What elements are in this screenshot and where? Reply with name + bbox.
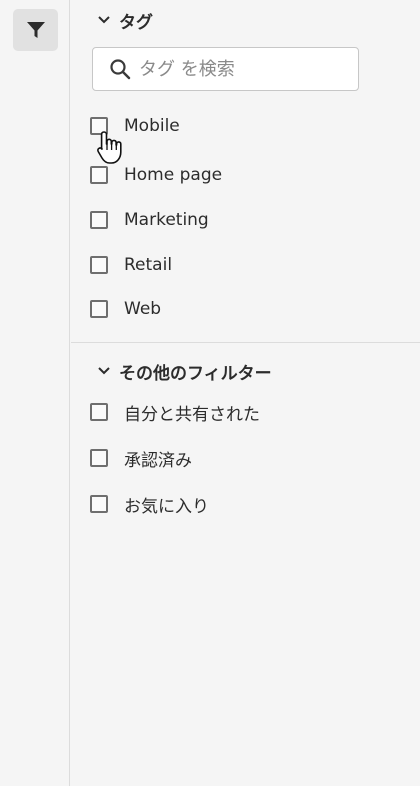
tag-search-field[interactable] bbox=[92, 47, 359, 91]
other-filters-section-header[interactable]: その他のフィルター bbox=[97, 359, 272, 384]
tag-item-label: Home page bbox=[124, 165, 223, 185]
tag-search-input[interactable] bbox=[139, 58, 339, 80]
checkbox[interactable] bbox=[90, 495, 108, 513]
filter-item-shared-with-me[interactable]: 自分と共有された bbox=[90, 399, 260, 425]
chevron-down-icon bbox=[97, 364, 111, 378]
filter-funnel-icon bbox=[26, 22, 45, 38]
filter-panel: タグ Mobile Home page Marketing Retail Web bbox=[71, 0, 420, 786]
tag-item-label: Marketing bbox=[124, 210, 209, 230]
other-filters-section-title: その他のフィルター bbox=[119, 363, 272, 384]
filter-toggle-button[interactable] bbox=[13, 9, 58, 51]
checkbox[interactable] bbox=[90, 256, 108, 274]
filter-item-approved[interactable]: 承認済み bbox=[90, 445, 192, 471]
checkbox[interactable] bbox=[90, 300, 108, 318]
checkbox[interactable] bbox=[90, 117, 108, 135]
filter-item-label: お気に入り bbox=[124, 496, 209, 517]
checkbox[interactable] bbox=[90, 166, 108, 184]
section-divider bbox=[71, 342, 420, 343]
tag-item-retail[interactable]: Retail bbox=[90, 252, 172, 278]
checkbox[interactable] bbox=[90, 449, 108, 467]
filter-item-label: 承認済み bbox=[124, 450, 192, 471]
tags-section-header[interactable]: タグ bbox=[97, 8, 153, 33]
search-icon bbox=[109, 58, 131, 80]
chevron-down-icon bbox=[97, 13, 111, 27]
tags-section-title: タグ bbox=[119, 12, 153, 33]
left-rail bbox=[0, 0, 70, 786]
tag-item-home-page[interactable]: Home page bbox=[90, 162, 222, 188]
tag-item-mobile[interactable]: Mobile bbox=[90, 113, 180, 139]
filter-item-label: 自分と共有された bbox=[124, 404, 260, 425]
checkbox[interactable] bbox=[90, 403, 108, 421]
tag-item-web[interactable]: Web bbox=[90, 296, 161, 322]
filter-item-favorites[interactable]: お気に入り bbox=[90, 491, 209, 517]
tag-item-marketing[interactable]: Marketing bbox=[90, 207, 209, 233]
tag-item-label: Retail bbox=[124, 255, 173, 275]
checkbox[interactable] bbox=[90, 211, 108, 229]
tag-item-label: Mobile bbox=[124, 116, 180, 136]
tag-item-label: Web bbox=[124, 299, 162, 319]
